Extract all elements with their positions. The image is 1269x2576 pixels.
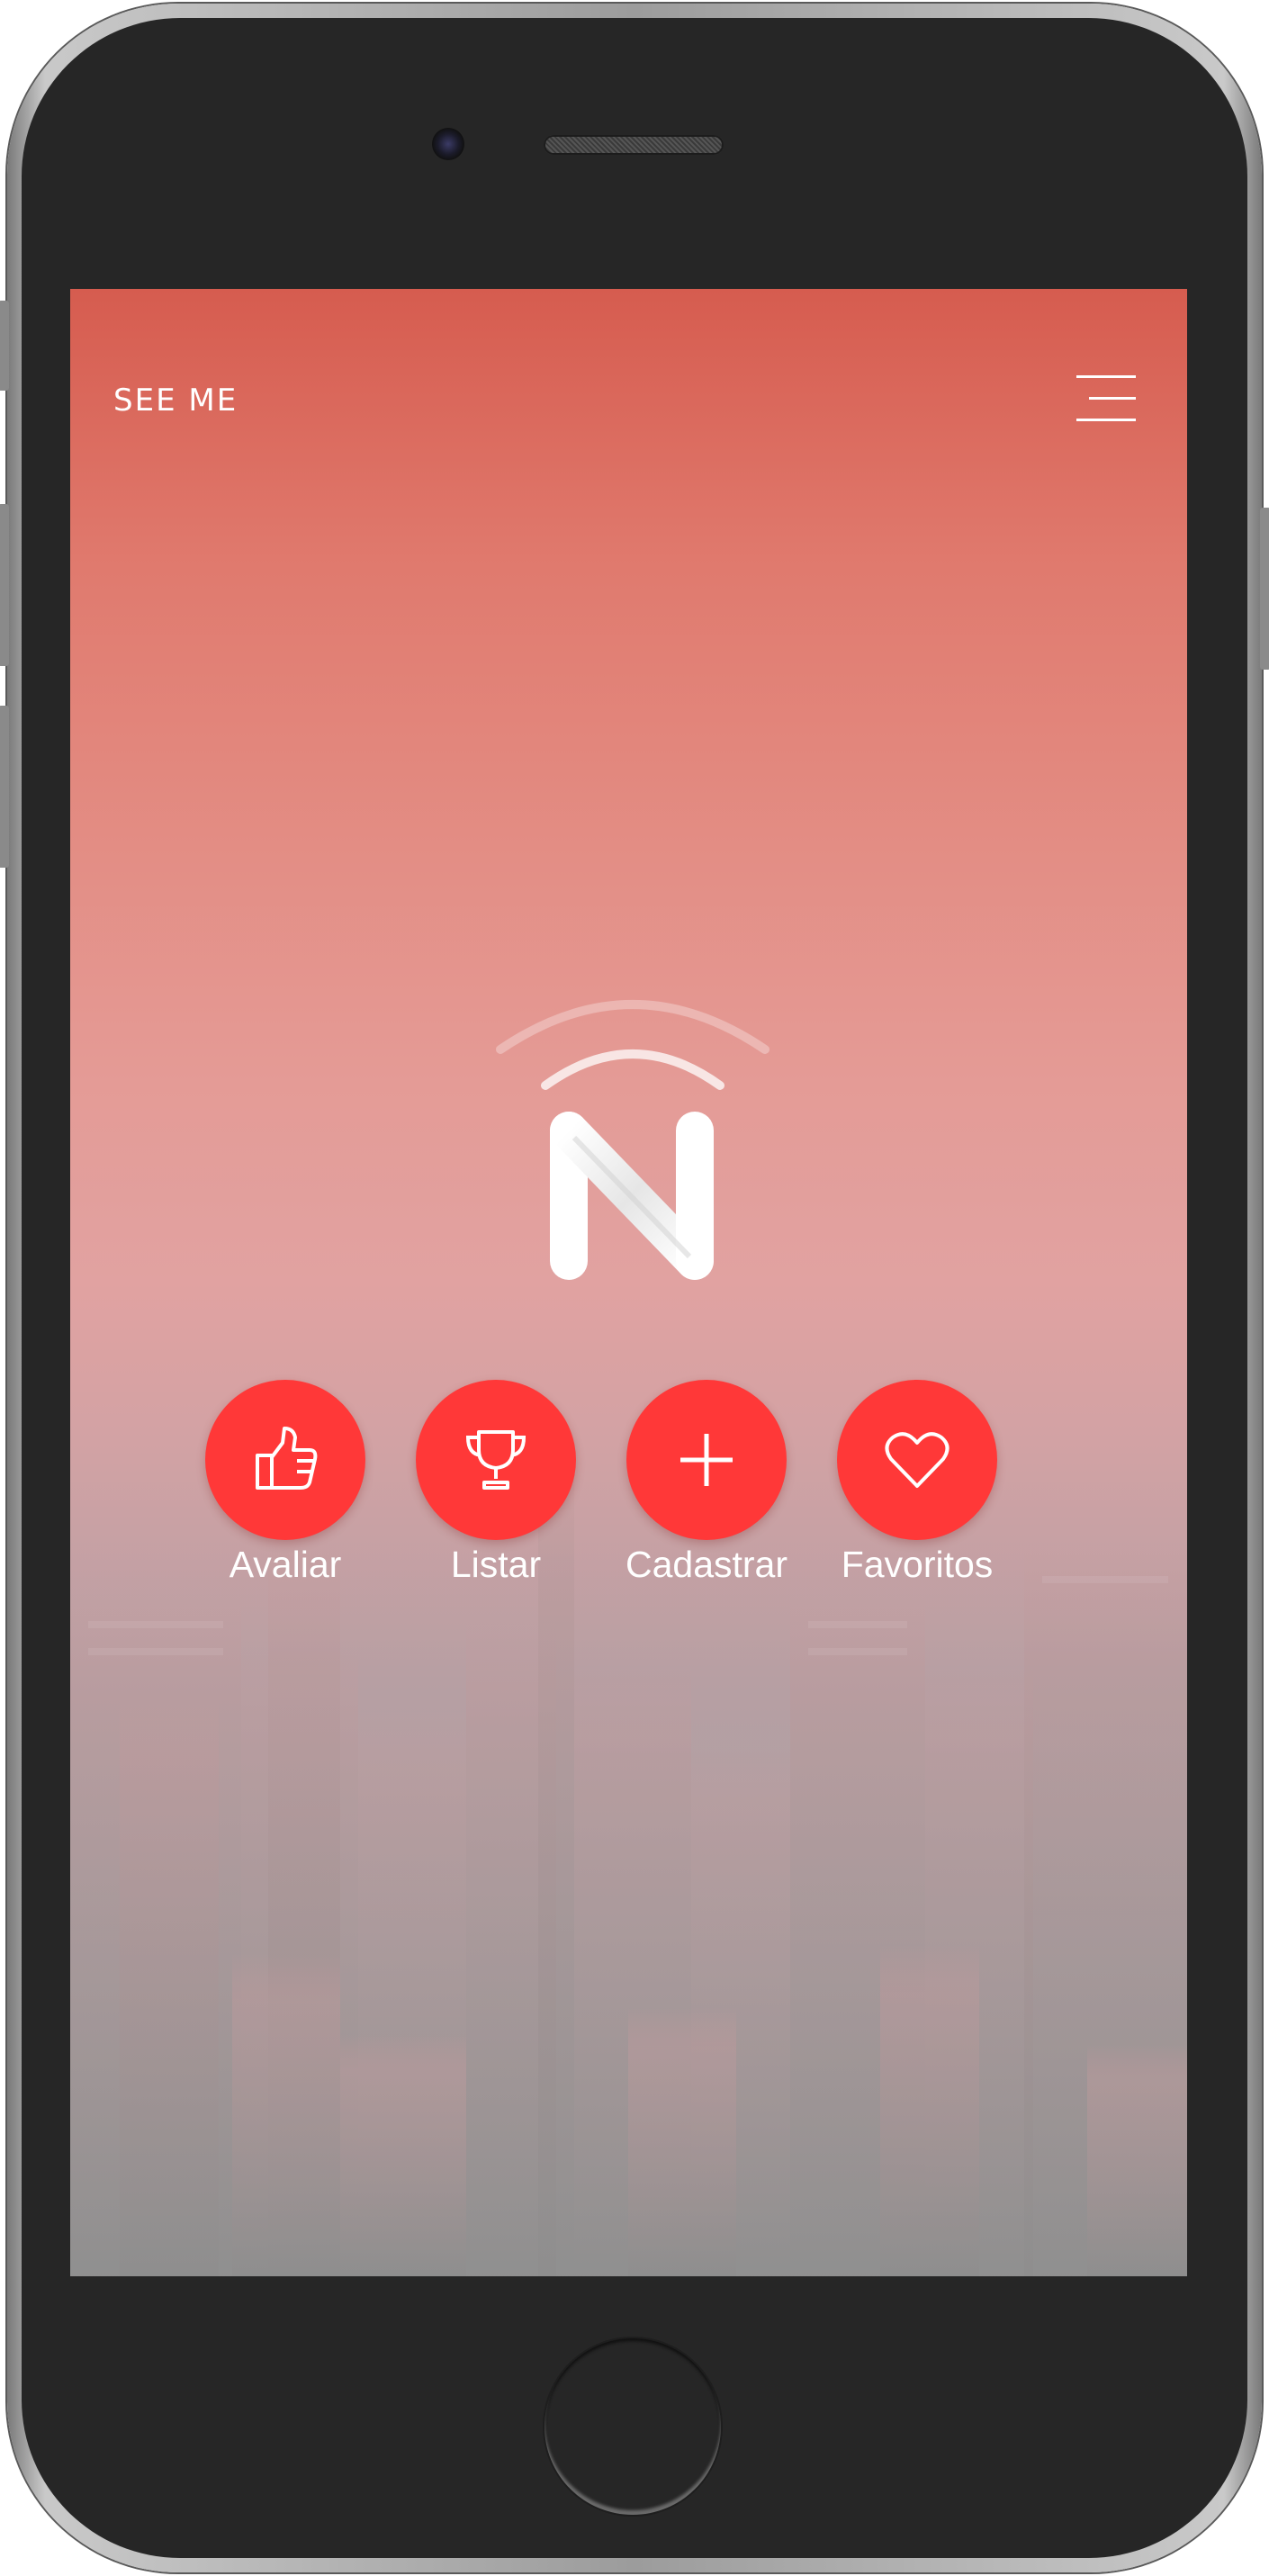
front-camera [432,128,464,160]
heart-icon [885,1432,950,1488]
app-title: SEE ME [113,383,238,419]
cadastrar-circle[interactable] [626,1380,787,1540]
avaliar-label: Avaliar [229,1544,342,1585]
volume-down-button [0,706,9,868]
thumbs-up-icon [256,1427,318,1490]
listar-label: Listar [450,1544,542,1585]
volume-up-button [0,504,9,666]
plus-icon [680,1434,733,1486]
hamburger-menu-icon[interactable] [1076,374,1136,424]
power-button [1260,508,1269,670]
listar-circle[interactable] [416,1380,576,1540]
avaliar-circle[interactable] [205,1380,365,1540]
app-screen: SEE ME Avaliar Listar Cadastrar Favorito… [70,289,1187,2276]
earpiece-speaker [544,135,724,155]
home-button[interactable] [544,2338,721,2515]
cadastrar-label: Cadastrar [625,1544,788,1585]
favoritos-circle[interactable] [837,1380,997,1540]
n-signal-logo-icon [496,1000,770,1280]
action-menu: Avaliar Listar Cadastrar Favoritos [70,1380,1187,1605]
mute-switch [0,301,9,391]
favoritos-label: Favoritos [841,1544,994,1585]
trophy-icon [465,1430,526,1490]
